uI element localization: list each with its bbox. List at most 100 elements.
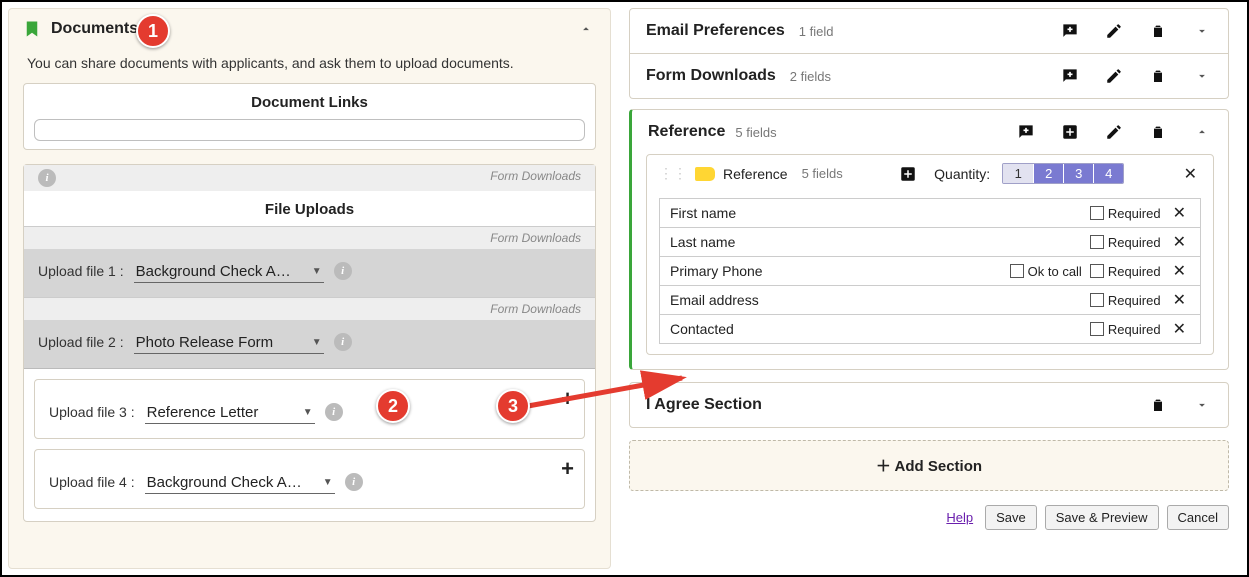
add-section-button[interactable]: ＋ Add Section — [629, 440, 1229, 491]
ok-to-call-checkbox[interactable]: Ok to call — [1010, 264, 1082, 279]
info-icon[interactable]: i — [334, 333, 352, 351]
documents-title: Documents — [51, 20, 138, 38]
add-comment-icon[interactable] — [1016, 122, 1036, 142]
upload-row-1: Upload file 1 : Background Check A… ▼ i — [24, 249, 595, 297]
field-row: Primary Phone Ok to call Required ✕ — [659, 257, 1201, 286]
close-icon[interactable]: ✕ — [1180, 164, 1201, 184]
upload-select-1[interactable]: Background Check A… ▼ — [134, 259, 324, 283]
section-form-downloads[interactable]: Form Downloads 2 fields — [629, 54, 1229, 99]
form-downloads-hint: Form Downloads — [24, 297, 595, 320]
reference-title: Reference — [648, 123, 725, 141]
link-name-field[interactable]: Link Name — [34, 119, 585, 141]
expand-icon[interactable] — [1192, 395, 1212, 415]
add-upload-button[interactable]: + — [561, 456, 574, 482]
documents-header: Documents — [23, 19, 596, 39]
form-downloads-hint: Form Downloads — [24, 226, 595, 249]
info-icon[interactable]: i — [38, 169, 56, 187]
quantity-option-2[interactable]: 2 — [1033, 164, 1063, 183]
collapse-icon[interactable] — [576, 19, 596, 39]
field-row: Last name Required ✕ — [659, 228, 1201, 257]
info-icon[interactable]: i — [325, 403, 343, 421]
delete-icon[interactable] — [1148, 21, 1168, 41]
save-preview-button[interactable]: Save & Preview — [1045, 505, 1159, 530]
edit-icon[interactable] — [1104, 122, 1124, 142]
required-checkbox[interactable]: Required — [1090, 293, 1161, 308]
upload-select-3[interactable]: Reference Letter ▼ — [145, 400, 315, 424]
section-email-prefs[interactable]: Email Preferences 1 field — [629, 8, 1229, 54]
field-name: Email address — [670, 292, 1082, 308]
form-downloads-hint: Form Downloads — [490, 169, 581, 187]
reference-inner-card: ⋮⋮ Reference 5 fields Quantity: 1234 ✕ F… — [646, 154, 1214, 355]
quantity-option-4[interactable]: 4 — [1093, 164, 1123, 183]
field-row: Email address Required ✕ — [659, 286, 1201, 315]
remove-field-icon[interactable]: ✕ — [1169, 319, 1190, 339]
section-i-agree[interactable]: I Agree Section — [629, 382, 1229, 428]
upload-label: Upload file 1 : — [38, 263, 124, 279]
bookmark-icon — [23, 19, 41, 39]
reference-field-list: First name Required✕Last name Required✕P… — [659, 198, 1201, 344]
info-icon[interactable]: i — [345, 473, 363, 491]
edit-icon[interactable] — [1104, 21, 1124, 41]
collapse-icon[interactable] — [1192, 122, 1212, 142]
add-comment-icon[interactable] — [1060, 66, 1080, 86]
delete-icon[interactable] — [1148, 395, 1168, 415]
required-checkbox[interactable]: Required — [1090, 206, 1161, 221]
required-checkbox[interactable]: Required — [1090, 235, 1161, 250]
expand-icon[interactable] — [1192, 66, 1212, 86]
section-count: 2 fields — [790, 69, 831, 84]
remove-field-icon[interactable]: ✕ — [1169, 203, 1190, 223]
add-upload-button[interactable]: + — [561, 386, 574, 412]
delete-icon[interactable] — [1148, 122, 1168, 142]
section-name: Form Downloads — [646, 67, 776, 85]
delete-icon[interactable] — [1148, 66, 1168, 86]
upload-select-4[interactable]: Background Check A… ▼ — [145, 470, 335, 494]
annotation-2: 2 — [376, 389, 410, 423]
document-links-title: Document Links — [24, 84, 595, 119]
documents-description: You can share documents with applicants,… — [27, 55, 592, 71]
tag-icon — [695, 167, 715, 181]
required-checkbox[interactable]: Required — [1090, 264, 1161, 279]
quantity-option-3[interactable]: 3 — [1063, 164, 1093, 183]
link-name-label: Link Name — [49, 119, 110, 123]
save-button[interactable]: Save — [985, 505, 1037, 530]
reference-inner-count: 5 fields — [802, 166, 843, 181]
chevron-down-icon: ▼ — [312, 266, 322, 277]
file-uploads-title: File Uploads — [24, 191, 595, 226]
add-comment-icon[interactable] — [1060, 21, 1080, 41]
remove-field-icon[interactable]: ✕ — [1169, 232, 1190, 252]
footer-buttons: Help Save Save & Preview Cancel — [629, 505, 1229, 530]
add-icon[interactable] — [1060, 122, 1080, 142]
chevron-down-icon: ▼ — [323, 477, 333, 488]
section-count: 1 field — [799, 24, 834, 39]
section-name: Email Preferences — [646, 22, 785, 40]
cancel-button[interactable]: Cancel — [1167, 505, 1229, 530]
expand-icon[interactable] — [1192, 21, 1212, 41]
upload-select-2[interactable]: Photo Release Form ▼ — [134, 330, 324, 354]
edit-icon[interactable] — [1104, 66, 1124, 86]
field-name: Primary Phone — [670, 263, 1002, 279]
drag-icon[interactable]: ⋮⋮ — [659, 165, 687, 182]
field-row: Contacted Required ✕ — [659, 315, 1201, 344]
quantity-group: 1234 — [1002, 163, 1124, 184]
file-uploads-card: i Form Downloads File Uploads Form Downl… — [23, 164, 596, 522]
field-name: Last name — [670, 234, 1082, 250]
reference-section: Reference 5 fields ⋮⋮ Reference 5 fields — [629, 109, 1229, 370]
upload-row-2: Upload file 2 : Photo Release Form ▼ i — [24, 320, 595, 368]
upload-row-4: + Upload file 4 : Background Check A… ▼ … — [34, 449, 585, 509]
section-name: I Agree Section — [646, 396, 762, 414]
document-links-card: Document Links Link Name — [23, 83, 596, 150]
remove-field-icon[interactable]: ✕ — [1169, 290, 1190, 310]
field-row: First name Required ✕ — [659, 199, 1201, 228]
plus-icon: ＋ — [876, 458, 895, 475]
upload-label: Upload file 4 : — [49, 474, 135, 490]
chevron-down-icon: ▼ — [303, 407, 313, 418]
quantity-option-1[interactable]: 1 — [1003, 164, 1033, 183]
help-link[interactable]: Help — [946, 510, 973, 525]
remove-field-icon[interactable]: ✕ — [1169, 261, 1190, 281]
upload-label: Upload file 3 : — [49, 404, 135, 420]
required-checkbox[interactable]: Required — [1090, 322, 1161, 337]
field-name: Contacted — [670, 321, 1082, 337]
field-name: First name — [670, 205, 1082, 221]
info-icon[interactable]: i — [334, 262, 352, 280]
add-icon[interactable] — [898, 164, 918, 184]
